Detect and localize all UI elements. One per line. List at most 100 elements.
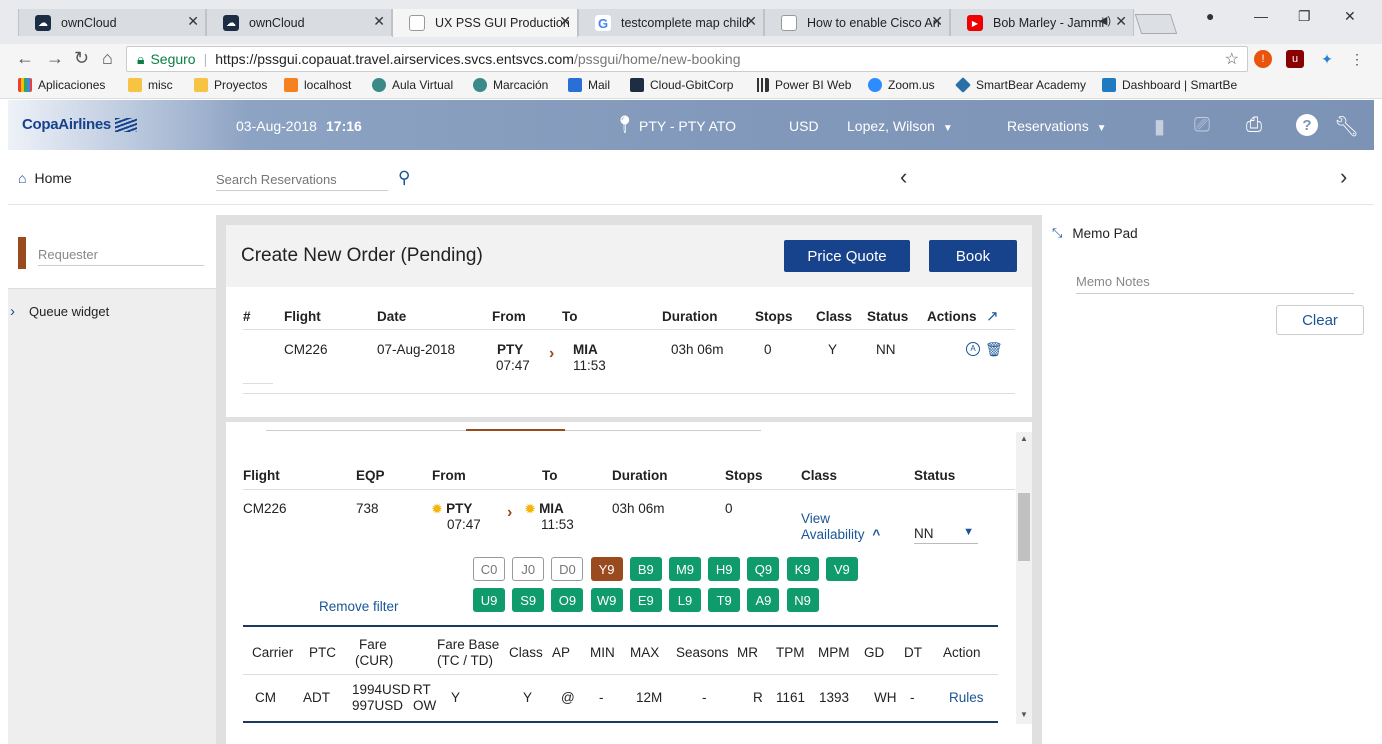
bookmark-item[interactable]: Power BI Web bbox=[755, 78, 851, 92]
class-button-l9[interactable]: L9 bbox=[669, 588, 701, 612]
fare-mpm: 1393 bbox=[819, 690, 850, 705]
expand-icon[interactable]: ⤡ bbox=[1052, 225, 1062, 241]
book-button[interactable]: Book bbox=[929, 240, 1017, 272]
rules-link[interactable]: Rules bbox=[949, 690, 984, 705]
app-header: CopaAirlines 03-Aug-2018 17:16 📍︎ PTY - … bbox=[8, 100, 1374, 150]
price-quote-button[interactable]: Price Quote bbox=[784, 240, 910, 272]
browser-tab[interactable]: ☁ ownCloud ✕ bbox=[18, 9, 206, 36]
class-button-b9[interactable]: B9 bbox=[629, 557, 662, 581]
header-location[interactable]: PTY - PTY ATO bbox=[639, 118, 736, 134]
bookmark-item[interactable]: Dashboard | SmartBe bbox=[1102, 78, 1237, 92]
chevron-right-icon[interactable]: › bbox=[1340, 164, 1347, 190]
bookmark-item[interactable]: SmartBear Academy bbox=[955, 77, 1086, 93]
view-availability-link[interactable]: View bbox=[801, 511, 830, 526]
window-close-icon[interactable]: ✕ bbox=[1344, 8, 1356, 25]
bookmark-item[interactable]: Aula Virtual bbox=[372, 78, 453, 92]
class-button-c0[interactable]: C0 bbox=[473, 557, 505, 581]
url-field[interactable]: 🔒︎ Seguro | https://pssgui.copauat.trave… bbox=[126, 46, 1248, 72]
search-reservations-input[interactable] bbox=[216, 172, 388, 191]
reload-icon[interactable]: ↻ bbox=[74, 48, 89, 69]
close-icon[interactable]: ✕ bbox=[373, 13, 385, 30]
header-currency[interactable]: USD bbox=[789, 118, 819, 134]
scroll-down-icon[interactable]: ▼ bbox=[1020, 710, 1028, 719]
search-icon[interactable]: ⚲ bbox=[398, 168, 410, 188]
bookmark-item[interactable]: Proyectos bbox=[194, 78, 267, 92]
close-icon[interactable]: ✕ bbox=[559, 13, 571, 30]
profile-icon[interactable]: ● bbox=[1206, 8, 1214, 24]
queue-widget[interactable]: › Queue widget bbox=[8, 303, 109, 320]
class-button-m9[interactable]: M9 bbox=[669, 557, 701, 581]
class-button-o9[interactable]: O9 bbox=[551, 588, 584, 612]
class-button-y9[interactable]: Y9 bbox=[590, 557, 623, 581]
bookmark-item[interactable]: localhost bbox=[284, 78, 351, 92]
chevron-right-icon: › bbox=[10, 303, 15, 320]
class-button-k9[interactable]: K9 bbox=[786, 557, 819, 581]
minimize-icon[interactable]: — bbox=[1254, 8, 1268, 24]
bookmark-item[interactable]: Marcación bbox=[473, 78, 548, 92]
print-icon[interactable]: ⎙ bbox=[1246, 114, 1262, 137]
audio-icon[interactable]: ◀) bbox=[1099, 14, 1111, 27]
alert-extension-icon[interactable]: ! bbox=[1254, 50, 1272, 68]
ticket-icon[interactable]: ⎚ bbox=[1194, 114, 1210, 137]
help-icon[interactable]: ? bbox=[1296, 114, 1318, 136]
close-icon[interactable]: ✕ bbox=[187, 13, 199, 30]
bookmark-item[interactable]: Mail bbox=[568, 78, 610, 92]
menu-dots-icon[interactable]: ⋮ bbox=[1348, 50, 1366, 68]
forward-icon[interactable]: → bbox=[46, 48, 64, 69]
wrench-icon[interactable]: 🔧︎ bbox=[1334, 114, 1359, 139]
close-icon[interactable]: ✕ bbox=[931, 13, 943, 30]
browser-tab[interactable]: ☁ ownCloud ✕ bbox=[206, 9, 392, 36]
divider bbox=[243, 383, 273, 384]
class-button-s9[interactable]: S9 bbox=[512, 588, 545, 612]
class-button-e9[interactable]: E9 bbox=[629, 588, 662, 612]
trash-icon[interactable]: 🗑︎ bbox=[985, 341, 1003, 358]
class-button-w9[interactable]: W9 bbox=[590, 588, 623, 612]
class-button-h9[interactable]: H9 bbox=[708, 557, 741, 581]
new-tab-button[interactable] bbox=[1134, 14, 1178, 34]
home-page-icon[interactable]: ⌂ bbox=[102, 48, 113, 69]
status-select[interactable]: NN ▼ bbox=[914, 526, 978, 544]
from-code: PTY bbox=[497, 342, 524, 357]
close-icon[interactable]: ✕ bbox=[1115, 13, 1127, 30]
class-button-q9[interactable]: Q9 bbox=[747, 557, 780, 581]
user-menu[interactable]: Lopez, Wilson ▼ bbox=[847, 118, 953, 134]
browser-tab-active[interactable]: UX PSS GUI Production ✕ bbox=[392, 9, 578, 37]
requester-input[interactable]: Requester bbox=[38, 247, 204, 266]
view-availability-link[interactable]: Availability ^ bbox=[801, 527, 880, 542]
bookmark-star-icon[interactable]: ☆ bbox=[1225, 49, 1239, 69]
scroll-up-icon[interactable]: ▲ bbox=[1020, 434, 1028, 443]
ublock-icon[interactable]: u bbox=[1286, 50, 1304, 68]
class-button-v9[interactable]: V9 bbox=[825, 557, 858, 581]
browser-tab[interactable]: G testcomplete map child ✕ bbox=[578, 9, 764, 36]
bookmark-item[interactable]: Aplicaciones bbox=[18, 78, 105, 92]
back-icon[interactable]: ← bbox=[16, 48, 34, 69]
class-button-j0[interactable]: J0 bbox=[512, 557, 545, 581]
extension-icon[interactable]: ✦ bbox=[1318, 50, 1336, 68]
browser-tab[interactable]: ▶ Bob Marley - Jammi ◀) ✕ bbox=[950, 9, 1134, 36]
bookmark-item[interactable]: misc bbox=[128, 78, 173, 92]
aula-virtual-icon bbox=[372, 78, 386, 92]
scrollbar-thumb[interactable] bbox=[1018, 493, 1030, 561]
class-button-t9[interactable]: T9 bbox=[708, 588, 741, 612]
home-link[interactable]: ⌂ Home bbox=[18, 170, 72, 186]
reservations-menu[interactable]: Reservations ▼ bbox=[1007, 118, 1107, 134]
bookmark-item[interactable]: Zoom.us bbox=[868, 78, 935, 92]
to-code: ✹ MIA bbox=[525, 501, 564, 516]
memo-notes-input[interactable]: Memo Notes bbox=[1076, 274, 1354, 294]
remove-filter-link[interactable]: Remove filter bbox=[319, 599, 399, 614]
external-link-icon[interactable]: ↗ bbox=[986, 307, 999, 325]
close-icon[interactable]: ✕ bbox=[745, 13, 757, 30]
bookmark-item[interactable]: Cloud-GbitCorp bbox=[630, 78, 733, 92]
class-button-a9[interactable]: A9 bbox=[747, 588, 780, 612]
class-button-u9[interactable]: U9 bbox=[473, 588, 505, 612]
scrollbar[interactable]: ▲ ▼ bbox=[1016, 432, 1032, 724]
restore-icon[interactable]: ❐ bbox=[1298, 8, 1311, 25]
tab-underline-active[interactable] bbox=[466, 429, 565, 431]
seat-icon[interactable]: A bbox=[966, 342, 980, 356]
class-button-d0[interactable]: D0 bbox=[551, 557, 584, 581]
chevron-left-icon[interactable]: ‹ bbox=[900, 164, 907, 190]
browser-tab[interactable]: How to enable Cisco An ✕ bbox=[764, 9, 950, 36]
clear-button[interactable]: Clear bbox=[1276, 305, 1364, 335]
class-button-n9[interactable]: N9 bbox=[786, 588, 819, 612]
document-icon[interactable]: ▮ bbox=[1154, 114, 1165, 139]
